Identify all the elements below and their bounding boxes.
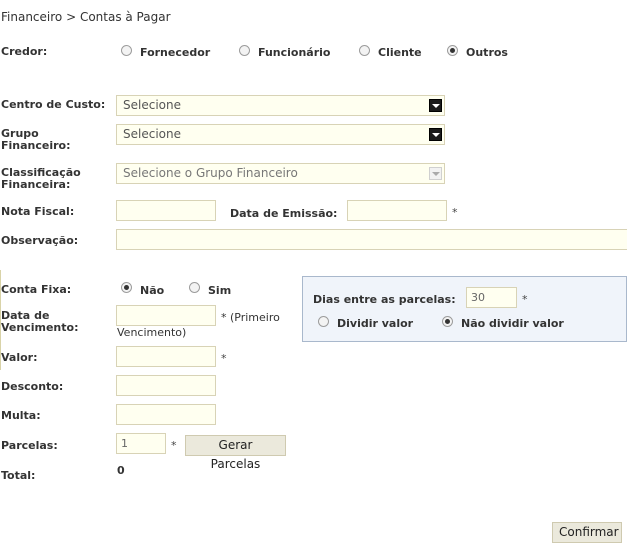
chevron-down-icon: [429, 167, 442, 180]
required-marker: *: [171, 439, 177, 452]
classificacao-select[interactable]: Selecione o Grupo Financeiro: [116, 163, 445, 184]
credor-label: Credor:: [1, 45, 48, 58]
radio-label-sim[interactable]: Sim: [208, 284, 231, 297]
vencimento-label-line2: Vencimento:: [1, 321, 79, 334]
data-emissao-input[interactable]: [347, 200, 447, 221]
radio-funcionario[interactable]: [239, 45, 250, 56]
grupo-financeiro-value: Selecione: [123, 127, 181, 141]
grupo-financeiro-label-line2: Financeiro:: [1, 139, 71, 152]
confirmar-button[interactable]: Confirmar: [552, 522, 622, 543]
vencimento-label: Data de Vencimento:: [1, 310, 78, 334]
parcelas-input[interactable]: 1: [116, 433, 166, 454]
data-emissao-label: Data de Emissão:: [230, 207, 338, 220]
required-marker: *: [221, 352, 227, 365]
radio-dividir-valor[interactable]: [318, 316, 329, 327]
parcelas-options-panel: Dias entre as parcelas: 30 * Dividir val…: [302, 276, 627, 342]
nota-fiscal-label: Nota Fiscal:: [1, 205, 75, 218]
centro-custo-value: Selecione: [123, 98, 181, 112]
radio-label-cliente[interactable]: Cliente: [378, 46, 422, 59]
parcelas-label: Parcelas:: [1, 439, 58, 452]
required-marker: *: [452, 206, 458, 219]
dias-parcelas-label: Dias entre as parcelas:: [313, 293, 456, 306]
radio-label-nao[interactable]: Não: [140, 284, 164, 297]
desconto-input[interactable]: [116, 375, 216, 396]
vencimento-input[interactable]: [116, 305, 216, 326]
dias-parcelas-input[interactable]: 30: [466, 287, 517, 308]
conta-fixa-label: Conta Fixa:: [1, 283, 72, 296]
radio-label-fornecedor[interactable]: Fornecedor: [140, 46, 210, 59]
classificacao-label-line2: Financeira:: [1, 178, 71, 191]
radio-label-nao-dividir-valor[interactable]: Não dividir valor: [461, 317, 564, 330]
valor-label: Valor:: [1, 351, 38, 364]
radio-fornecedor[interactable]: [121, 45, 132, 56]
radio-nao[interactable]: [121, 282, 132, 293]
vencimento-note-cont: Vencimento): [117, 326, 187, 339]
radio-sim[interactable]: [189, 282, 200, 293]
radio-label-dividir-valor[interactable]: Dividir valor: [337, 317, 413, 330]
total-label: Total:: [1, 469, 36, 482]
grupo-financeiro-select[interactable]: Selecione: [116, 124, 445, 145]
required-marker: *: [522, 293, 528, 306]
grupo-financeiro-label: Grupo Financeiro:: [1, 128, 71, 152]
total-value: 0: [117, 464, 125, 477]
classificacao-value: Selecione o Grupo Financeiro: [123, 166, 298, 180]
gerar-parcelas-button[interactable]: Gerar Parcelas: [185, 435, 286, 471]
chevron-down-icon[interactable]: [429, 128, 442, 141]
radio-label-outros[interactable]: Outros: [466, 46, 508, 59]
chevron-down-icon[interactable]: [429, 99, 442, 112]
valor-input[interactable]: [116, 346, 216, 367]
centro-custo-label: Centro de Custo:: [1, 98, 106, 111]
multa-input[interactable]: [116, 404, 216, 425]
radio-cliente[interactable]: [359, 45, 370, 56]
multa-label: Multa:: [1, 409, 41, 422]
observacao-input[interactable]: [116, 229, 627, 250]
observacao-label: Observação:: [1, 234, 79, 247]
classificacao-label: Classificação Financeira:: [1, 167, 81, 191]
vencimento-note: * (Primeiro: [221, 311, 280, 324]
radio-outros[interactable]: [447, 45, 458, 56]
nota-fiscal-input[interactable]: [116, 200, 216, 221]
radio-label-funcionario[interactable]: Funcionário: [258, 46, 330, 59]
breadcrumb: Financeiro > Contas à Pagar: [1, 10, 171, 24]
desconto-label: Desconto:: [1, 380, 64, 393]
centro-custo-select[interactable]: Selecione: [116, 95, 445, 116]
radio-nao-dividir-valor[interactable]: [442, 316, 453, 327]
